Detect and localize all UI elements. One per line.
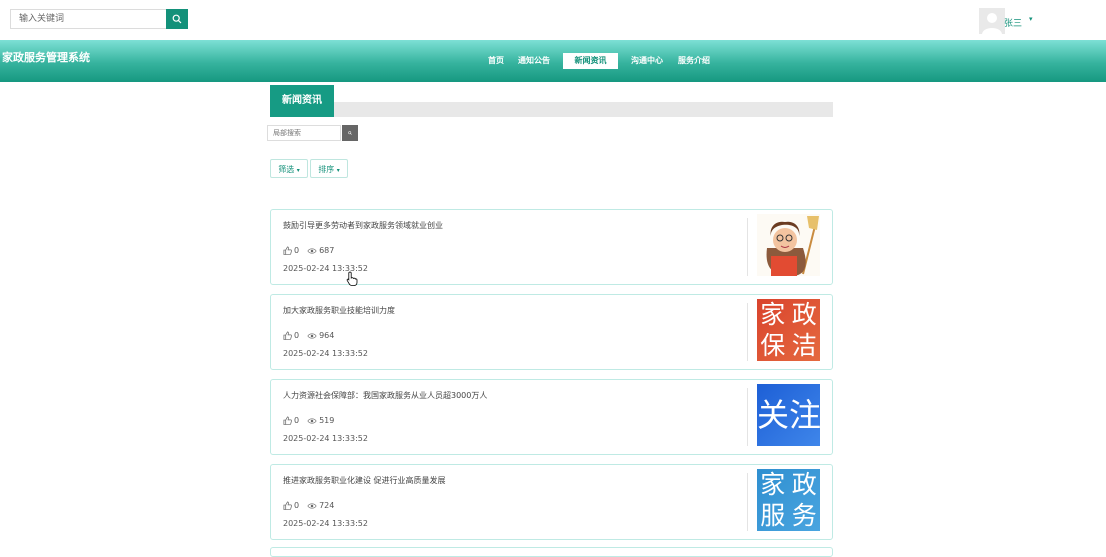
card-divider — [747, 473, 748, 531]
like-count: 0 — [294, 331, 300, 340]
sort-dropdown[interactable]: 排序 ▾ — [310, 159, 348, 178]
news-card[interactable]: 人力资源社会保障部：我国家政服务从业人员超3000万人 0 519 2025-0… — [270, 379, 833, 455]
nav-item-services[interactable]: 服务介绍 — [673, 53, 715, 69]
housekeeper-illustration-icon — [757, 214, 820, 276]
news-thumbnail[interactable]: 家政 服务 — [757, 469, 820, 531]
search-icon — [172, 14, 182, 24]
view-count: 724 — [319, 501, 335, 510]
news-title[interactable]: 人力资源社会保障部：我国家政服务从业人员超3000万人 — [283, 390, 487, 401]
user-avatar-icon — [979, 8, 1005, 34]
news-date: 2025-02-24 13:33:52 — [283, 519, 368, 528]
news-stats: 0 519 — [283, 416, 334, 425]
local-search-button[interactable] — [342, 125, 358, 141]
filter-label: 筛选 — [278, 165, 295, 174]
news-card[interactable] — [270, 547, 833, 557]
section-title: 新闻资讯 — [270, 85, 334, 117]
news-card[interactable]: 推进家政服务职业化建设 促进行业高质量发展 0 724 2025-02-24 1… — [270, 464, 833, 540]
thumbs-up-icon[interactable] — [283, 416, 292, 425]
news-thumbnail[interactable]: 家政 保洁 — [757, 299, 820, 361]
view-count: 519 — [319, 416, 335, 425]
search-icon — [348, 131, 352, 135]
news-title[interactable]: 加大家政服务职业技能培训力度 — [283, 305, 395, 316]
news-stats: 0 964 — [283, 331, 334, 340]
user-menu-caret-icon[interactable]: ▾ — [1029, 15, 1033, 23]
news-stats: 0 687 — [283, 246, 334, 255]
chevron-down-icon: ▾ — [296, 167, 300, 174]
hand-cursor-icon — [346, 271, 358, 286]
thumbs-up-icon[interactable] — [283, 501, 292, 510]
view-count: 687 — [319, 246, 335, 255]
news-stats: 0 724 — [283, 501, 334, 510]
like-count: 0 — [294, 246, 300, 255]
search-button[interactable] — [166, 9, 188, 29]
card-divider — [747, 303, 748, 361]
avatar[interactable] — [979, 8, 1005, 34]
chevron-down-icon: ▾ — [336, 167, 340, 174]
card-divider — [747, 388, 748, 446]
news-date: 2025-02-24 13:33:52 — [283, 434, 368, 443]
thumbnail-text: 家政 服务 — [760, 470, 817, 530]
eye-icon — [307, 332, 317, 339]
user-name[interactable]: 张三 — [1004, 16, 1022, 29]
thumbnail-text: 家政 保洁 — [760, 300, 817, 360]
sort-label: 排序 — [318, 165, 335, 174]
nav-item-home[interactable]: 首页 — [483, 53, 509, 69]
thumbs-up-icon[interactable] — [283, 331, 292, 340]
news-date: 2025-02-24 13:33:52 — [283, 349, 368, 358]
filter-dropdown[interactable]: 筛选 ▾ — [270, 159, 308, 178]
eye-icon — [307, 502, 317, 509]
top-bar: 张三 ▾ — [0, 0, 1106, 40]
news-thumbnail[interactable] — [757, 214, 820, 276]
eye-icon — [307, 417, 317, 424]
search-input[interactable] — [10, 9, 166, 29]
thumbs-up-icon[interactable] — [283, 246, 292, 255]
nav-item-communication[interactable]: 沟通中心 — [626, 53, 668, 69]
thumbnail-text: 关注 — [757, 396, 820, 434]
local-search-input[interactable] — [267, 125, 341, 141]
like-count: 0 — [294, 416, 300, 425]
site-title: 家政服务管理系统 — [2, 51, 90, 64]
nav-item-news[interactable]: 新闻资讯 — [563, 53, 618, 69]
news-title[interactable]: 推进家政服务职业化建设 促进行业高质量发展 — [283, 475, 446, 486]
like-count: 0 — [294, 501, 300, 510]
eye-icon — [307, 247, 317, 254]
nav-bar: 家政服务管理系统 首页 通知公告 新闻资讯 沟通中心 服务介绍 — [0, 40, 1106, 82]
news-thumbnail[interactable]: 关注 — [757, 384, 820, 446]
news-card[interactable]: 加大家政服务职业技能培训力度 0 964 2025-02-24 13:33:52… — [270, 294, 833, 370]
card-divider — [747, 218, 748, 276]
view-count: 964 — [319, 331, 335, 340]
nav-item-notices[interactable]: 通知公告 — [513, 53, 555, 69]
news-title[interactable]: 鼓励引导更多劳动者到家政服务领域就业创业 — [283, 220, 443, 231]
section-title-bar — [334, 102, 833, 117]
